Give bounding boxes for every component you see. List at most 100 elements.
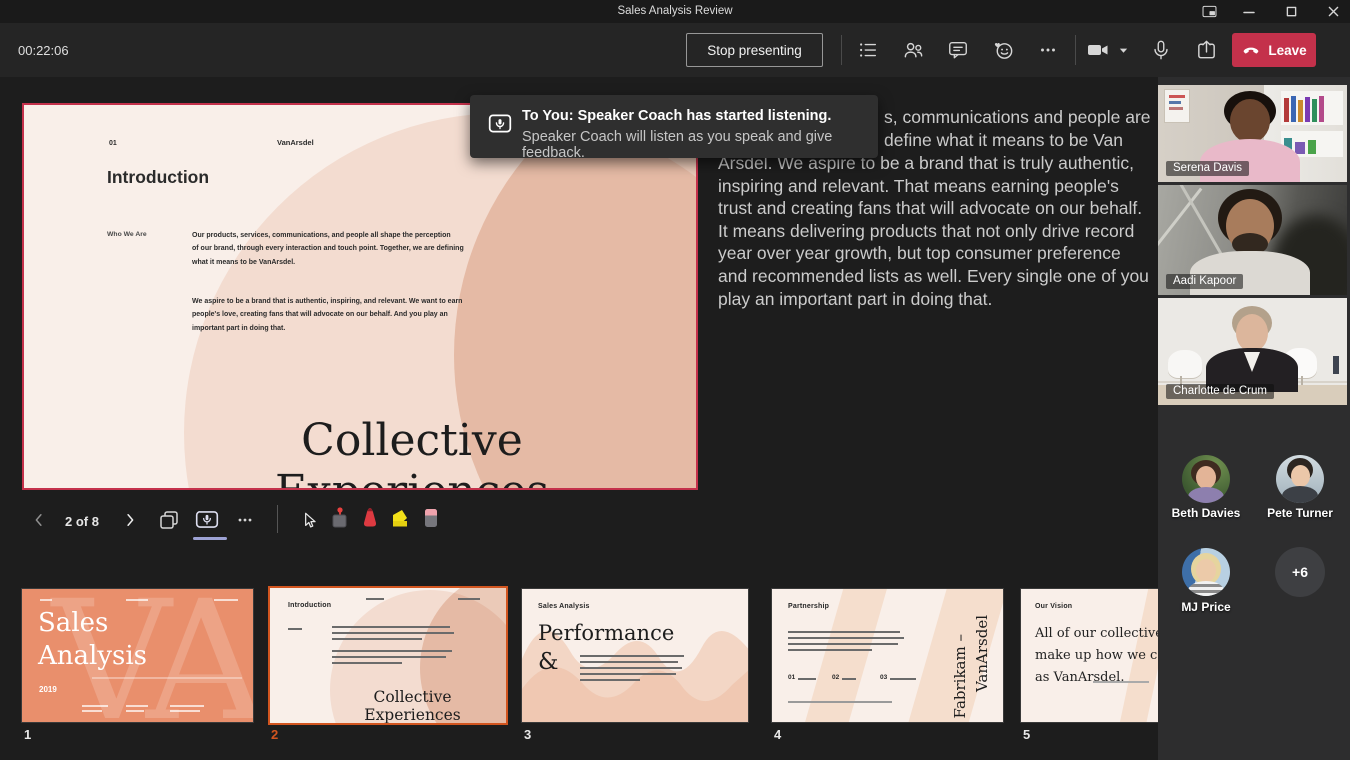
pointer-tool-icon[interactable] [296,507,322,533]
avatar-label-beth-davies: Beth Davies [1158,506,1254,520]
window-title: Sales Analysis Review [0,5,1350,17]
slide-thumbnail-4[interactable]: Partnership 01 02 03 Fabrikam – VanArsde… [771,588,1004,723]
notes-body: Arsdel. We aspire to be a brand that is … [718,152,1154,310]
bookshelf-decor [1281,91,1343,125]
speaker-coach-toast[interactable]: To You: Speaker Coach has started listen… [470,95,878,158]
participants-icon[interactable] [901,38,925,62]
slide-kicker: Who We Are [107,231,147,238]
share-screen-icon[interactable] [1194,38,1218,62]
toast-subtitle: Speaker Coach will listen as you speak a… [522,129,878,161]
avatar-beth-davies[interactable] [1182,455,1230,503]
meeting-toolbar: 00:22:06 Stop presenting [0,23,1350,77]
thumb5-number: 5 [1023,727,1030,742]
avatar-pete-turner[interactable] [1276,455,1324,503]
slide-logo: VanArsdel [277,138,314,147]
slide-heading: Introduction [107,167,209,188]
thumb3-heading: Sales Analysis [538,603,590,610]
avatar-torso [1188,487,1224,503]
participants-sidebar: Serena Davis Aadi Kapoor [1158,77,1350,760]
slide-paragraph-2: We aspire to be a brand that is authenti… [192,295,462,335]
close-icon[interactable] [1320,3,1346,20]
slides-overview-icon[interactable] [156,507,182,533]
participant-name-label: Charlotte de Crum [1166,384,1274,399]
coach-active-indicator [193,537,227,540]
thumb5-rule [1093,681,1149,683]
highlighter-tool-icon[interactable] [387,505,413,531]
thumb2-number: 2 [271,727,278,742]
reactions-icon[interactable] [991,38,1015,62]
tools-divider [277,505,278,533]
leave-button[interactable]: Leave [1232,33,1316,67]
thumb5-heading: Our Vision [1035,603,1072,610]
video-tile-aadi-kapoor[interactable]: Aadi Kapoor [1158,185,1347,295]
person-head [1230,99,1270,143]
avatar-head [1196,466,1216,489]
laser-pointer-tool-icon[interactable] [326,505,352,531]
more-actions-icon[interactable] [1036,38,1060,62]
microphone-icon[interactable] [1149,38,1173,62]
person-head [1236,314,1268,352]
thumb2-title: Collective Experiences [325,688,500,724]
thumb4-number: 4 [774,727,781,742]
pen-tool-icon[interactable] [357,505,383,531]
slide-thumbnail-1[interactable]: VA Sales Analysis 2019 [21,588,254,723]
presentation-stage: 01 VanArsdel Introduction Who We Are Our… [0,77,1158,760]
thumb1-number: 1 [24,727,31,742]
thumb3-ampersand: & [538,649,558,675]
previous-slide-icon[interactable] [26,507,52,533]
slide-paragraph-1: Our products, services, communications, … [192,229,464,269]
next-slide-icon[interactable] [117,507,143,533]
hang-up-icon [1241,40,1261,60]
video-tile-serena-davis[interactable]: Serena Davis [1158,85,1347,182]
camera-icon[interactable] [1086,38,1110,62]
thumb3-number: 3 [524,727,531,742]
thumb4-step-2: 02 [832,674,839,681]
slide-more-options-icon[interactable] [232,507,258,533]
stop-presenting-button[interactable]: Stop presenting [686,33,823,67]
avatar-mj-price[interactable] [1182,548,1230,596]
chat-icon[interactable] [946,38,970,62]
slide-thumbnail-5[interactable]: Our Vision All of our collective make up… [1020,588,1158,723]
thumb4-step-1: 01 [788,674,795,681]
speaker-coach-toggle-icon[interactable] [194,507,220,533]
overflow-participants-badge[interactable]: +6 [1275,547,1325,597]
poster-decor [1164,89,1190,123]
thumb4-vertical-text-2: VanArsdel [973,615,991,692]
eraser-tool-icon[interactable] [418,505,444,531]
notes-line2-fragment: define what it means to be Van [884,129,1123,152]
toolbar-divider [841,35,842,65]
video-tile-charlotte-de-crum[interactable]: Charlotte de Crum [1158,298,1347,405]
avatar-label-pete-turner: Pete Turner [1252,506,1348,520]
thumb4-vertical-text-1: Fabrikam – [951,634,969,718]
notes-line1-fragment: s, communications and people are [884,106,1151,129]
meeting-notes-icon[interactable] [856,38,880,62]
slide-page-number: 01 [109,140,117,147]
slide-position: 2 of 8 [54,514,110,529]
minimize-icon[interactable] [1236,3,1262,20]
thumb3-title: Performance [538,621,674,645]
pop-out-icon[interactable] [1196,3,1222,20]
window-titlebar: Sales Analysis Review [0,0,1350,23]
chair-decor [1168,350,1202,378]
slide-thumbnail-2-selected[interactable]: Introduction Collective Experiences [268,586,508,725]
maximize-icon[interactable] [1278,3,1304,20]
leave-button-label: Leave [1268,43,1306,58]
thumb5-excerpt: All of our collective make up how we c a… [1035,623,1158,689]
avatar-label-mj-price: MJ Price [1158,600,1254,614]
meeting-timer: 00:22:06 [18,43,69,58]
slide-title: Collective Experiences [192,415,632,490]
thumb4-step-3: 03 [880,674,887,681]
avatar-torso [1282,486,1318,503]
current-slide[interactable]: 01 VanArsdel Introduction Who We Are Our… [22,103,698,490]
avatar-head [1196,559,1216,582]
teams-meeting-window: Sales Analysis Review 00:22:06 Stop pres… [0,0,1350,760]
slide-thumbnail-3[interactable]: Sales Analysis Performance & [521,588,749,723]
thumb1-title: Sales Analysis [38,607,147,672]
thumb2-heading: Introduction [288,602,331,609]
participant-name-label: Aadi Kapoor [1166,274,1243,289]
avatar-head [1291,465,1310,487]
toast-title: To You: Speaker Coach has started listen… [522,108,831,124]
thumb1-year: 2019 [39,685,57,694]
speaker-coach-icon [487,111,513,142]
camera-dropdown-icon[interactable] [1116,38,1130,62]
